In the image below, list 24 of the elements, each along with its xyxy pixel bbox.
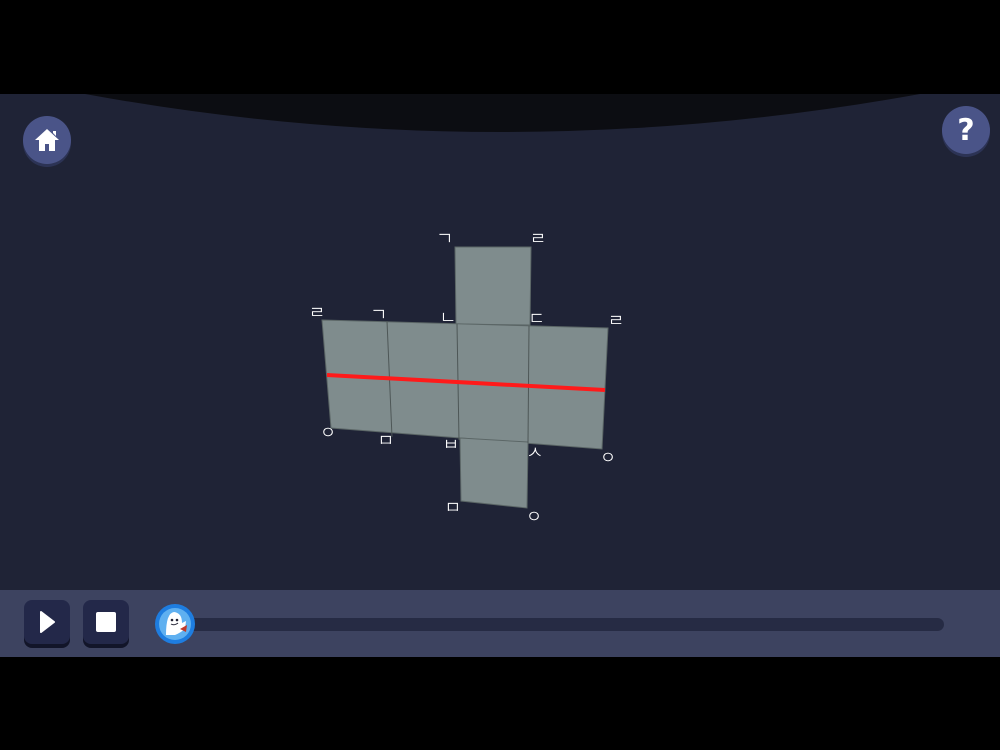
vertex-label: ㄱ: [436, 229, 454, 249]
progress-thumb[interactable]: [154, 602, 196, 644]
stop-button[interactable]: [83, 600, 129, 644]
home-button[interactable]: [23, 116, 71, 164]
play-icon: [39, 610, 55, 632]
stop-icon: [96, 612, 116, 632]
mascot-icon: [154, 602, 196, 644]
vertex-label: ㄱ: [370, 305, 388, 325]
vertex-label: ㅁ: [444, 498, 462, 518]
vertex-label: ㅁ: [378, 431, 394, 451]
vertex-label: ㅇ: [320, 423, 336, 443]
vertex-label: ㄷ: [528, 309, 546, 329]
vertex-label: ㅅ: [526, 443, 544, 463]
vertex-label: ㅇ: [526, 507, 542, 527]
vertex-label: ㅂ: [442, 435, 460, 455]
vertex-label: ㄹ: [308, 303, 326, 323]
vertex-label: ㄹ: [608, 311, 624, 331]
vertex-label: ㅇ: [600, 448, 616, 468]
vertex-label: ㄹ: [530, 229, 546, 249]
progress-slider[interactable]: [154, 602, 944, 644]
home-icon: [34, 128, 60, 152]
play-button[interactable]: [24, 600, 70, 644]
vertex-label: ㄴ: [440, 308, 456, 328]
help-button[interactable]: ?: [942, 106, 990, 154]
